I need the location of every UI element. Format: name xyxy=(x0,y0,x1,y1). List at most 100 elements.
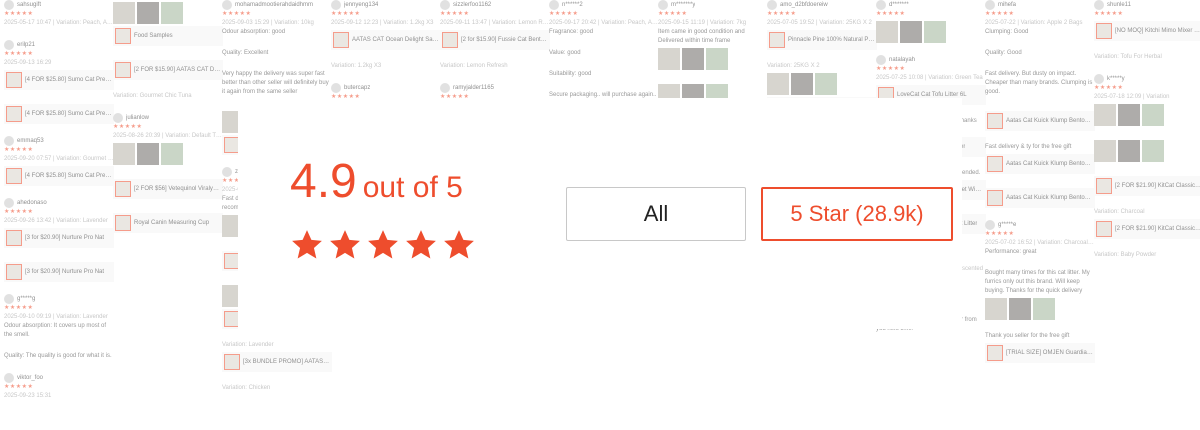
review-meta: 2025-07-22 | Variation: Apple 2 Bags xyxy=(985,20,1083,26)
review-product: [4 FOR $25.80] Sumo Cat Premium xyxy=(4,104,114,124)
star-icon xyxy=(330,230,360,259)
review-photo xyxy=(791,73,813,95)
filter-all-button[interactable]: All xyxy=(566,187,746,241)
review-username: jennyeng134 xyxy=(344,1,379,8)
review-text: Fast delivery. But dusty on impact. Chea… xyxy=(985,71,1093,95)
review-text: Value: good xyxy=(549,50,581,56)
review-card: Variation: Chicken xyxy=(218,380,336,401)
review-meta: 2025-09-17 20:42 | Variation: Peach, App… xyxy=(549,20,659,26)
review-username: n******2 xyxy=(562,1,583,8)
review-header: k*****y xyxy=(1094,74,1200,84)
product-thumbnail xyxy=(6,264,22,280)
product-name: [4 FOR $25.80] Sumo Cat Premium xyxy=(25,76,112,83)
review-username: natalayah xyxy=(889,56,916,63)
review-card: Thank you seller for the free gift [TRIAL… xyxy=(981,328,1099,371)
review-header: g*****e xyxy=(985,220,1095,230)
avatar xyxy=(331,83,341,93)
review-photo xyxy=(137,143,159,165)
review-card: g*****g ★★★★★ 2025-09-10 09:19 | Variation… xyxy=(0,290,118,348)
review-card: Variation: Gourmet Chic Tuna xyxy=(109,88,227,109)
review-product: AATAS CAT Ocean Delight Salmon Cat xyxy=(331,30,441,50)
filter-5-star-button[interactable]: 5 Star (28.9k) xyxy=(761,187,953,241)
review-product: Aatas Cat Kuick Klump Bentonite Cat xyxy=(985,154,1095,174)
review-header: shunle11 xyxy=(1094,0,1200,10)
product-name: [2 FOR $21.90] KitCat Classic Clump xyxy=(1115,225,1200,232)
product-name: [2 FOR $56] Vetequinol Viralys L-Lysin xyxy=(134,185,221,192)
review-text: Odour absorption: It covers up most of t… xyxy=(4,323,107,338)
review-stars: ★★★★★ xyxy=(331,11,361,17)
review-card xyxy=(1090,134,1200,170)
review-column: mihefa ★★★★★ 2025-07-22 | Variation: Apple… xyxy=(981,0,1099,430)
review-header: sahsugift xyxy=(4,0,114,10)
review-product: [2 FOR $15.90] AATAS CAT Delight xyxy=(113,60,223,80)
review-text: Very happy the delivery was super fast b… xyxy=(222,71,329,95)
product-thumbnail xyxy=(1096,178,1112,194)
review-photo xyxy=(900,21,922,43)
review-card: Variation: Lemon Refresh xyxy=(436,58,554,79)
review-card: d******* ★★★★★ xyxy=(872,0,990,51)
product-thumbnail xyxy=(987,156,1003,172)
review-username: mihefa xyxy=(998,1,1017,8)
review-username: k*****y xyxy=(1107,75,1125,82)
review-meta: Variation: Tofu For Herbal xyxy=(1094,54,1162,60)
review-text: Quality: Good xyxy=(985,50,1022,56)
review-meta: 2025-07-18 12:09 | Variation xyxy=(1094,94,1170,100)
review-stars: ★★★★★ xyxy=(113,124,143,130)
product-thumbnail xyxy=(115,215,131,231)
product-name: [TRIAL SIZE] OMJEN Guardian 8 Prez xyxy=(1006,349,1093,356)
avatar xyxy=(4,198,14,208)
review-photos xyxy=(1094,140,1200,162)
review-product: [3 for $20.90] Nurture Pro Nat xyxy=(4,228,114,248)
product-name: [4 FOR $25.80] Sumo Cat Premium xyxy=(25,172,112,179)
review-card: Variation: 1.2kg X3 xyxy=(327,58,445,79)
review-photo xyxy=(924,21,946,43)
review-text: Odour absorption: good xyxy=(222,29,286,35)
review-photo xyxy=(1118,104,1140,126)
review-card: julianlow ★★★★★ 2025-08-26 20:39 | Variati… xyxy=(109,109,227,173)
review-photo xyxy=(161,2,183,24)
review-card: Fast delivery. But dusty on impact. Chea… xyxy=(981,66,1099,105)
review-meta: 2025-07-25 10:08 | Variation: Green Tea xyxy=(876,75,983,81)
avatar xyxy=(876,55,886,65)
review-photos xyxy=(1094,104,1200,126)
review-meta: 2025-09-26 13:42 | Variation: Lavender xyxy=(4,218,108,224)
review-username: mohamadmootierahdaidhmm xyxy=(235,1,314,8)
review-card: amo_d2bfdoereiw ★★★★★ 2025-07-05 19:52 | V… xyxy=(763,0,881,58)
review-stars: ★★★★★ xyxy=(549,11,579,17)
review-username: viktor_foo xyxy=(17,374,44,381)
product-name: [4 FOR $25.80] Sumo Cat Premium xyxy=(25,110,112,117)
review-photo xyxy=(682,48,704,70)
review-stars: ★★★★★ xyxy=(4,384,34,390)
review-text: Item came in good condition and Delivere… xyxy=(658,29,745,44)
avatar xyxy=(4,0,14,10)
avatar xyxy=(4,136,14,146)
review-text: Quality: Excellent xyxy=(222,50,269,56)
review-card: emmaq53 ★★★★★ 2025-09-20 07:57 | Variation… xyxy=(0,132,118,194)
review-product: Aatas Cat Kuick Klump Bentonite Cat xyxy=(985,111,1095,131)
review-text: Fragrance: good xyxy=(549,29,594,35)
avatar xyxy=(1094,74,1104,84)
review-meta: 2025-08-26 20:39 | Variation: Default Ti… xyxy=(113,133,223,139)
review-photo xyxy=(876,21,898,43)
product-thumbnail xyxy=(224,354,240,370)
review-photo xyxy=(985,298,1007,320)
review-photo xyxy=(113,143,135,165)
review-stars: ★★★★★ xyxy=(222,11,252,17)
review-product: [3x BUNDLE PROMO] AATAS CAT Tuna xyxy=(222,352,332,372)
review-stars: ★★★★★ xyxy=(985,231,1015,237)
review-product: [2 FOR $21.90] KitCat Classic Clump xyxy=(1094,219,1200,239)
review-photo xyxy=(706,48,728,70)
product-name: AATAS CAT Ocean Delight Salmon Cat xyxy=(352,36,439,43)
review-card: ahedonaso ★★★★★ 2025-09-26 13:42 | Variati… xyxy=(0,194,118,256)
review-card: [3 for $20.90] Nurture Pro Nat xyxy=(0,256,118,290)
review-stars: ★★★★★ xyxy=(1094,11,1124,17)
review-username: shunle11 xyxy=(1107,1,1131,8)
avatar xyxy=(331,0,341,10)
review-meta: Variation: Lavender xyxy=(222,342,274,348)
review-meta: 2025-07-02 16:52 | Variation: Charcoal, … xyxy=(985,240,1095,246)
review-photo xyxy=(137,2,159,24)
review-text: Suitability: good xyxy=(549,71,592,77)
product-name: [2 FOR $15.90] AATAS CAT Delight xyxy=(134,66,221,73)
review-username: sizzlerfoo1162 xyxy=(453,1,492,8)
product-thumbnail xyxy=(115,181,131,197)
